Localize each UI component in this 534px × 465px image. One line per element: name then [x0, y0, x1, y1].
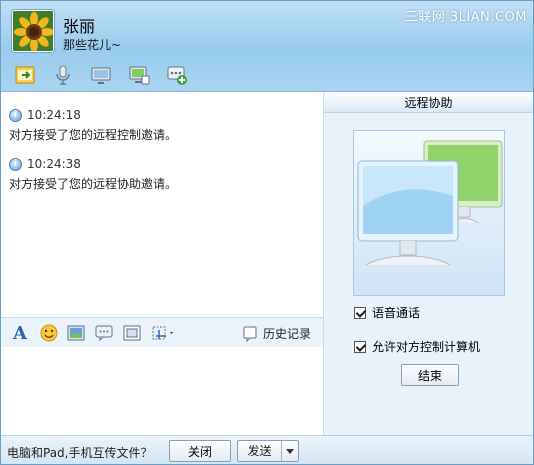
history-label: 历史记录 [263, 327, 312, 341]
font-icon[interactable]: A [9, 323, 31, 344]
message-time: 10:24:38 [27, 157, 81, 171]
message-item: i 10:24:38 对方接受了您的远程协助邀请。 [9, 157, 177, 192]
message-text: 对方接受了您的远程协助邀请。 [9, 177, 178, 191]
message-input[interactable] [1, 347, 323, 435]
history-button[interactable]: 历史记录 [242, 325, 311, 342]
allow-control-label: 允许对方控制计算机 [372, 340, 481, 354]
chevron-down-icon [286, 448, 294, 454]
send-button[interactable]: 发送 [238, 441, 282, 461]
remote-computers-illustration [353, 130, 505, 296]
transfer-file-icon[interactable] [12, 62, 38, 88]
checkbox-allow-control[interactable] [354, 340, 366, 353]
emoji-icon[interactable] [38, 323, 60, 343]
image-icon[interactable] [65, 323, 87, 343]
watermark: 三联网 3LIAN.COM [404, 10, 527, 25]
contact-signature: 那些花儿~ [63, 38, 122, 52]
chat-header: 张丽 那些花儿~ 三联网 3LIAN.COM [1, 1, 533, 92]
file-transfer-tip-link[interactable]: 电脑和Pad,手机互传文件？ [7, 444, 152, 461]
voice-call-icon[interactable] [50, 62, 76, 88]
message-item: i 10:24:18 对方接受了您的远程控制邀请。 [9, 108, 177, 143]
voice-call-checkbox[interactable]: 语音通话 [354, 304, 420, 321]
allow-control-checkbox[interactable]: 允许对方控制计算机 [354, 338, 480, 355]
info-icon: i [9, 157, 22, 171]
avatar[interactable] [12, 10, 54, 52]
remote-desktop-icon[interactable] [126, 62, 152, 88]
close-button[interactable]: 关闭 [169, 440, 231, 462]
remote-assist-panel: 远程协助 语音通话 允许对方控制计算机 结束 [324, 93, 533, 435]
voice-call-label: 语音通话 [372, 306, 421, 320]
message-time: 10:24:18 [27, 108, 81, 122]
screen-frame-icon[interactable] [121, 323, 143, 343]
screenshot-icon[interactable] [150, 323, 178, 343]
send-options-dropdown[interactable] [282, 441, 298, 461]
format-toolbar: A 历史记录 [1, 317, 323, 347]
bottom-bar: 电脑和Pad,手机互传文件？ 关闭 发送 [1, 435, 533, 464]
chat-window: 张丽 那些花儿~ 三联网 3LIAN.COM i 10:24:18 对方接受了您… [0, 0, 534, 465]
message-history[interactable]: i 10:24:18 对方接受了您的远程控制邀请。 i 10:24:38 对方接… [1, 93, 323, 317]
info-icon: i [9, 108, 22, 122]
video-call-icon[interactable] [88, 62, 114, 88]
message-bubble-icon[interactable] [93, 323, 115, 343]
history-icon [243, 326, 257, 342]
panel-title: 远程协助 [324, 93, 533, 113]
contact-name: 张丽 [63, 17, 96, 36]
end-button[interactable]: 结束 [401, 364, 459, 386]
send-button-group: 发送 [237, 440, 299, 462]
message-text: 对方接受了您的远程控制邀请。 [9, 128, 178, 142]
checkbox-voice[interactable] [354, 306, 366, 319]
more-apps-icon[interactable] [164, 62, 190, 88]
